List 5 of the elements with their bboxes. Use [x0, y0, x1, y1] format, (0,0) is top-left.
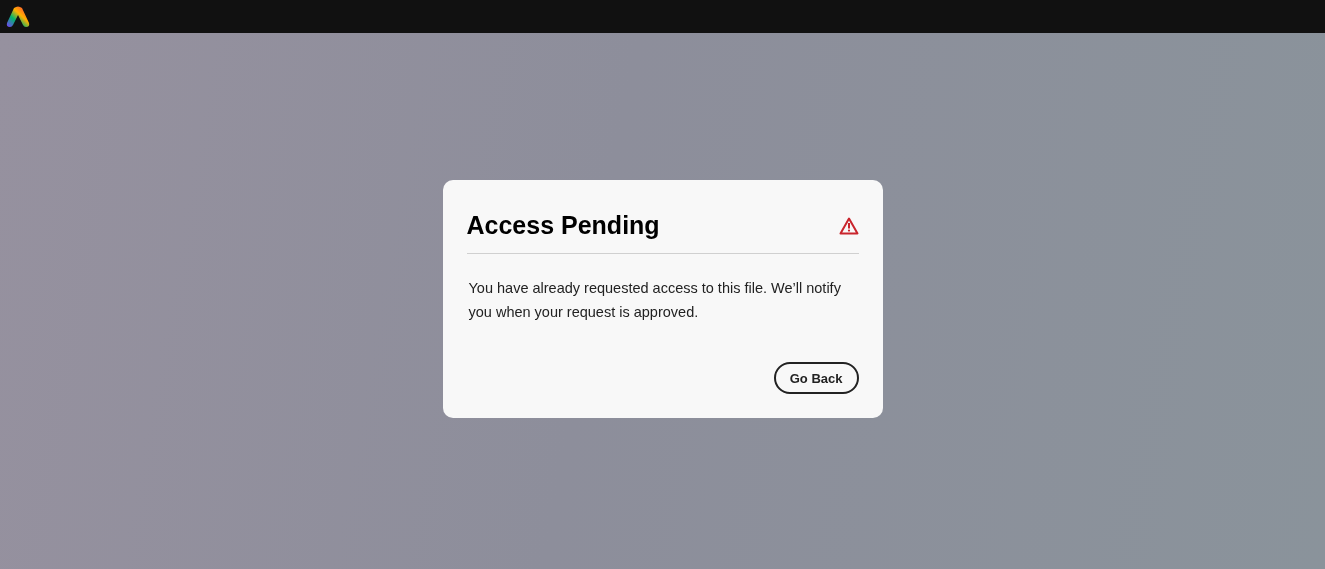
dialog-message: You have already requested access to this file. We’ll notify you when your request is approved.: [468, 279, 842, 323]
go-back-button[interactable]: Go Back: [773, 362, 859, 395]
app-logo-icon[interactable]: [5, 4, 31, 29]
dialog-title: Access Pending: [466, 211, 660, 240]
warning-icon: [838, 216, 859, 235]
